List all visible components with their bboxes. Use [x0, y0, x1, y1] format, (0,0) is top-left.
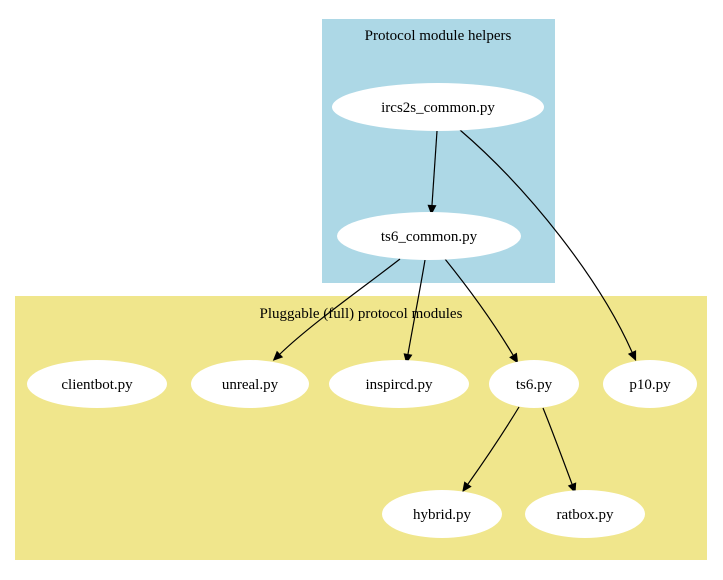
node-ts6-common[interactable]: ts6_common.py: [337, 212, 521, 260]
cluster-modules-label: Pluggable (full) protocol modules: [260, 306, 463, 322]
node-ratbox-label: ratbox.py: [556, 507, 614, 523]
node-p10-label: p10.py: [629, 377, 671, 393]
node-inspircd[interactable]: inspircd.py: [329, 360, 469, 408]
node-unreal[interactable]: unreal.py: [191, 360, 309, 408]
cluster-helpers-label: Protocol module helpers: [365, 28, 512, 44]
node-clientbot[interactable]: clientbot.py: [27, 360, 167, 408]
node-ts6-common-label: ts6_common.py: [381, 229, 478, 245]
node-ts6[interactable]: ts6.py: [489, 360, 579, 408]
node-hybrid-label: hybrid.py: [413, 507, 471, 523]
dependency-graph: Protocol module helpers Pluggable (full)…: [15, 19, 707, 560]
node-inspircd-label: inspircd.py: [365, 377, 433, 393]
node-ircs2s-common[interactable]: ircs2s_common.py: [332, 83, 544, 131]
node-ircs2s-common-label: ircs2s_common.py: [381, 100, 495, 116]
node-p10[interactable]: p10.py: [603, 360, 697, 408]
node-ratbox[interactable]: ratbox.py: [525, 490, 645, 538]
node-hybrid[interactable]: hybrid.py: [382, 490, 502, 538]
node-clientbot-label: clientbot.py: [61, 377, 133, 393]
node-ts6-label: ts6.py: [516, 377, 553, 393]
node-unreal-label: unreal.py: [222, 377, 279, 393]
